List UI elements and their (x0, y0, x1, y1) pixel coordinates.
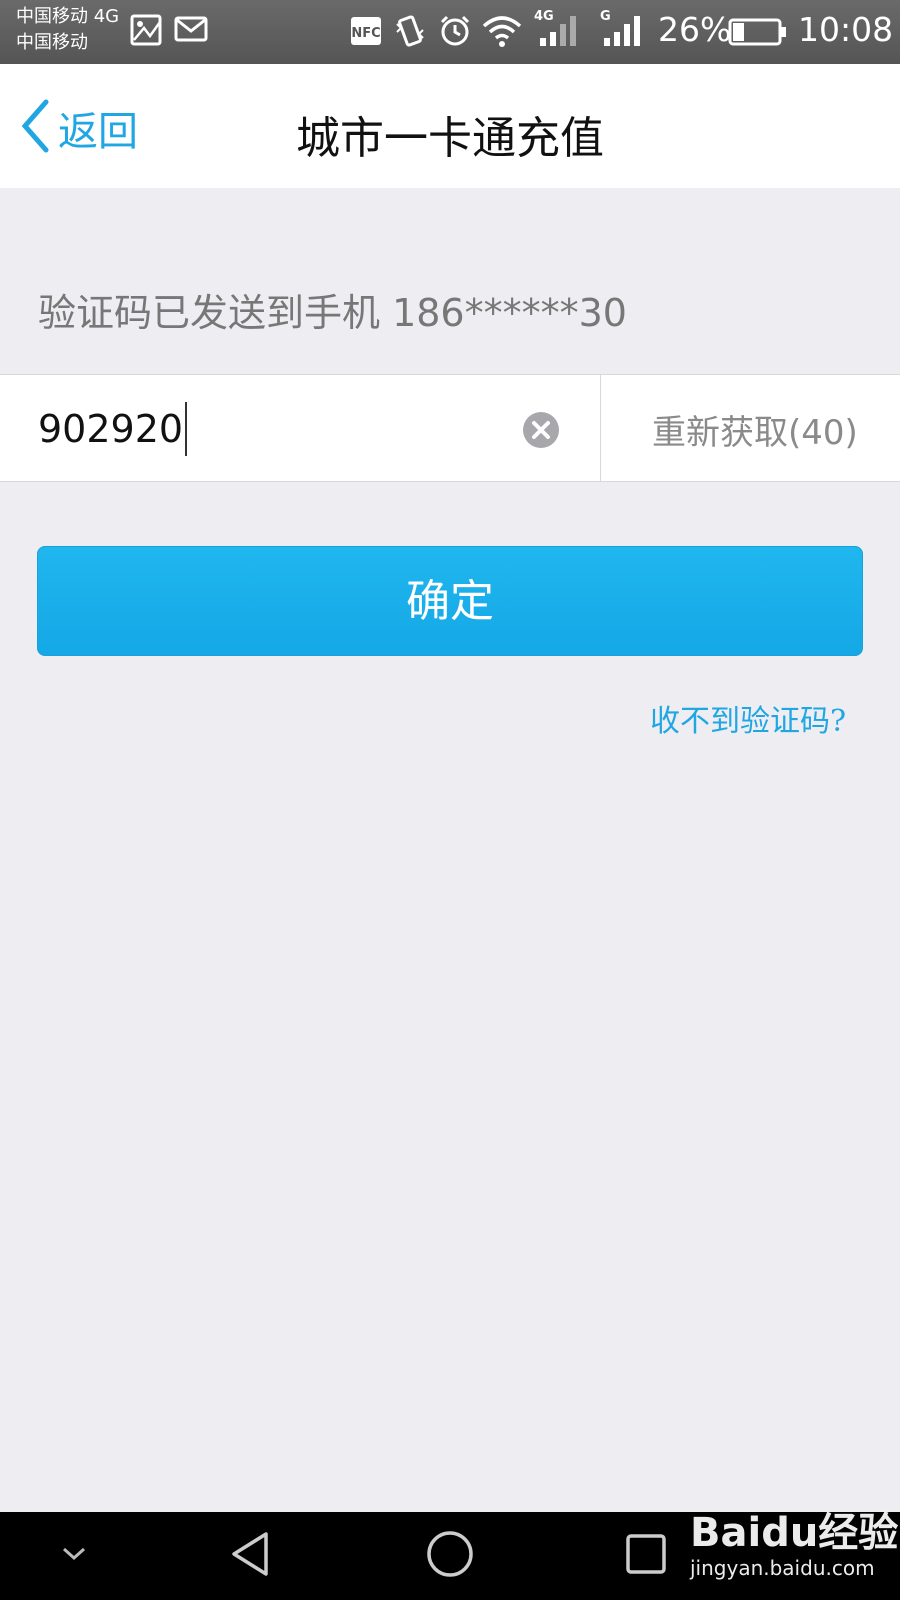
code-sent-message: 验证码已发送到手机 186******30 (38, 291, 627, 335)
vibrate-icon (394, 14, 426, 52)
confirm-button[interactable]: 确定 (37, 546, 863, 656)
signal-4g-icon: 4G (534, 8, 584, 54)
battery-percent: 26% (658, 10, 732, 49)
wifi-icon (482, 14, 522, 52)
input-divider (600, 375, 601, 481)
battery-icon (728, 18, 788, 50)
hide-keyboard-button[interactable] (44, 1512, 104, 1600)
clear-input-icon[interactable] (522, 411, 560, 453)
navigation-bar: 返回 城市一卡通充值 (0, 64, 900, 188)
no-code-link[interactable]: 收不到验证码? (650, 696, 846, 740)
nfc-icon: NFC (350, 16, 382, 50)
signal-g-icon: G (598, 8, 648, 54)
signal-4g-label: 4G (534, 9, 554, 24)
status-bar: 中国移动 4G 中国移动 NFC 4G G 26% 10:08 (0, 0, 900, 64)
verification-code-value: 902920 (38, 407, 184, 451)
resend-code-button[interactable]: 重新获取(40) (652, 405, 858, 454)
gallery-notification-icon (130, 14, 162, 50)
signal-g-label: G (600, 9, 611, 24)
back-triangle-icon (228, 1530, 272, 1582)
watermark-brand: Baidu经验 (690, 1510, 899, 1556)
mail-notification-icon (174, 14, 208, 48)
nfc-label: NFC (351, 26, 380, 41)
alarm-icon (438, 14, 472, 52)
carrier-line1: 中国移动 4G (16, 6, 120, 27)
text-cursor (185, 402, 188, 456)
recents-nav-button[interactable] (616, 1512, 676, 1600)
carrier-line2: 中国移动 (16, 32, 88, 53)
home-circle-icon (425, 1529, 475, 1583)
watermark-url: jingyan.baidu.com (690, 1556, 875, 1580)
clock: 10:08 (798, 10, 894, 49)
verification-code-input[interactable]: 902920 (38, 402, 188, 456)
recents-square-icon (624, 1532, 668, 1580)
carrier-info: 中国移动 4G 中国移动 (16, 4, 119, 56)
verification-input-row: 902920 重新获取(40) (0, 374, 900, 482)
baidu-watermark: Baidu经验 jingyan.baidu.com (690, 1500, 898, 1580)
back-nav-button[interactable] (220, 1512, 280, 1600)
page-title: 城市一卡通充值 (296, 113, 604, 164)
chevron-down-icon (60, 1545, 88, 1567)
home-nav-button[interactable] (418, 1512, 482, 1600)
